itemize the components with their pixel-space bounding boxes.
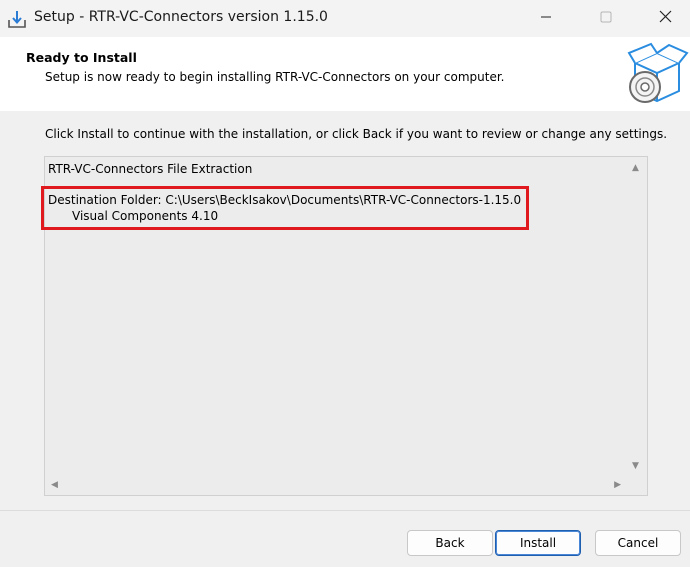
minimize-button[interactable] [515, 0, 577, 37]
memo-line-components: Visual Components 4.10 [72, 209, 219, 223]
maximize-icon [600, 11, 612, 27]
wizard-header: Ready to Install Setup is now ready to b… [0, 37, 690, 111]
maximize-button[interactable] [575, 0, 637, 37]
cancel-button[interactable]: Cancel [595, 530, 681, 556]
horizontal-scrollbar[interactable]: ◀ ▶ [45, 475, 627, 495]
close-icon [659, 10, 672, 27]
minimize-icon [540, 11, 552, 27]
instructions-text: Click Install to continue with the insta… [45, 127, 668, 141]
vertical-scrollbar[interactable]: ▲ ▼ [627, 157, 647, 475]
wizard-footer: Back Install Cancel [0, 510, 690, 567]
back-button[interactable]: Back [407, 530, 493, 556]
page-title: Ready to Install [26, 50, 137, 65]
install-box-disc-icon [625, 41, 689, 105]
scrollbar-corner [627, 475, 647, 495]
setup-download-icon [6, 8, 28, 30]
window-title: Setup - RTR-VC-Connectors version 1.15.0 [34, 9, 328, 25]
install-button[interactable]: Install [495, 530, 581, 556]
scroll-up-icon[interactable]: ▲ [632, 163, 639, 173]
scroll-right-icon[interactable]: ▶ [614, 480, 621, 490]
scroll-down-icon[interactable]: ▼ [632, 461, 639, 471]
title-bar: Setup - RTR-VC-Connectors version 1.15.0 [0, 0, 690, 37]
close-button[interactable] [634, 0, 690, 37]
memo-line-extraction: RTR-VC-Connectors File Extraction [48, 162, 253, 176]
scroll-left-icon[interactable]: ◀ [51, 480, 58, 490]
page-subtitle: Setup is now ready to begin installing R… [45, 70, 505, 84]
memo-line-destination: Destination Folder: C:\Users\BeckIsakov\… [48, 193, 522, 207]
ready-memo-box[interactable]: RTR-VC-Connectors File Extraction Destin… [44, 156, 648, 496]
